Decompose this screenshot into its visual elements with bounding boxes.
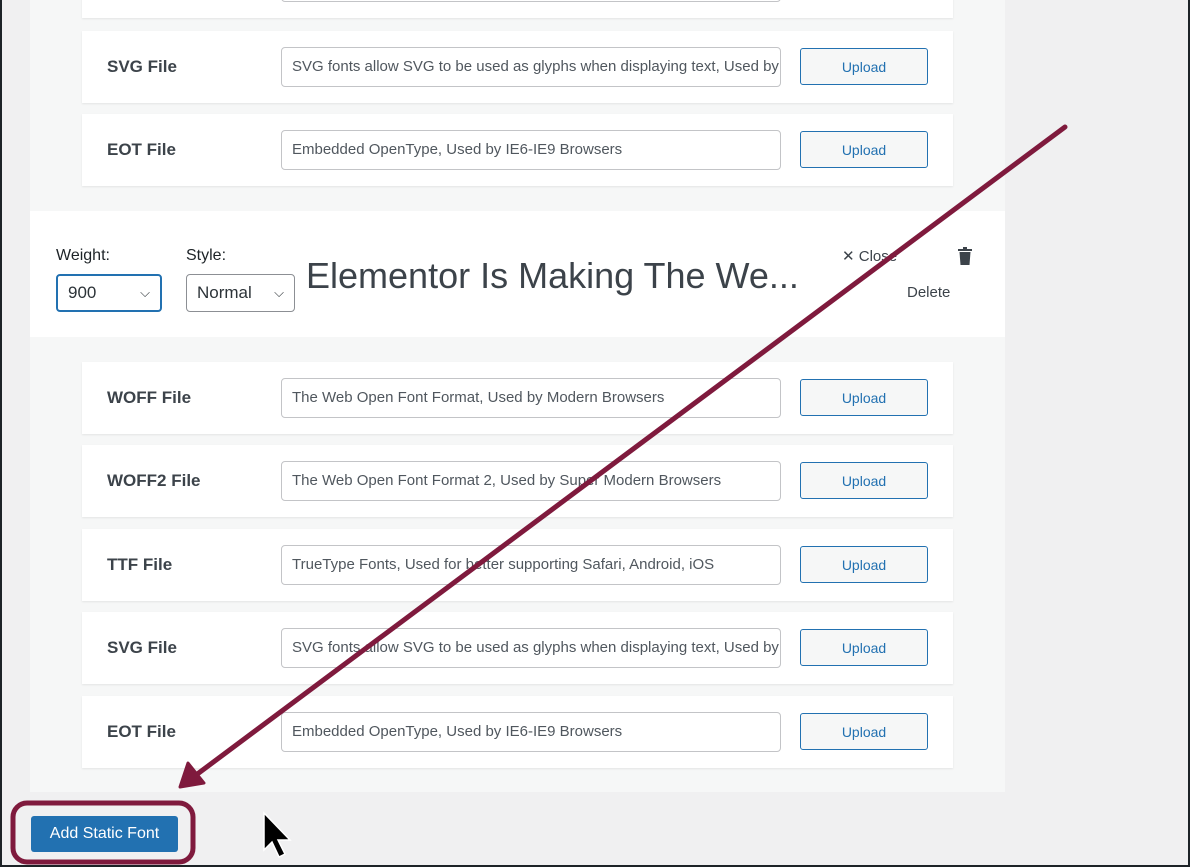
ttf-file-input[interactable]: TrueType Fonts, Used for better supporti… — [281, 545, 781, 585]
close-label: Close — [858, 248, 898, 265]
woff-file-input[interactable]: The Web Open Font Format, Used by Modern… — [281, 378, 781, 418]
file-label: WOFF File — [107, 388, 192, 407]
weight-label: Weight: — [56, 247, 110, 264]
upload-button[interactable]: Upload — [800, 48, 928, 85]
upload-button[interactable]: Upload — [800, 629, 928, 666]
file-row-ttf: TTF File TrueType Fonts, Used for better… — [82, 529, 953, 601]
file-input[interactable] — [281, 0, 781, 2]
font-variations-panel: SVG File SVG fonts allow SVG to be used … — [30, 0, 1005, 792]
upload-button[interactable]: Upload — [800, 131, 928, 168]
font-preview: Elementor Is Making The We... — [306, 255, 799, 296]
file-row-woff: WOFF File The Web Open Font Format, Used… — [82, 362, 953, 434]
file-row-woff2: WOFF2 File The Web Open Font Format 2, U… — [82, 445, 953, 517]
upload-button[interactable]: Upload — [800, 379, 928, 416]
file-row-svg: SVG File SVG fonts allow SVG to be used … — [82, 612, 953, 684]
eot-file-input[interactable]: Embedded OpenType, Used by IE6-IE9 Brows… — [281, 712, 781, 752]
file-row-eot: EOT File Embedded OpenType, Used by IE6-… — [82, 696, 953, 768]
file-label: EOT File — [107, 140, 176, 159]
weight-value: 900 — [68, 283, 97, 302]
file-label: TTF File — [107, 555, 173, 574]
style-value: Normal — [197, 283, 252, 302]
svg-file-input[interactable]: SVG fonts allow SVG to be used as glyphs… — [281, 628, 781, 668]
file-label: EOT File — [107, 722, 176, 741]
variation-header: Weight: 900 ⌵ Style: Normal ⌵ Elementor … — [30, 211, 1005, 337]
mouse-cursor-icon — [263, 811, 292, 859]
svg-file-input[interactable]: SVG fonts allow SVG to be used as glyphs… — [281, 47, 781, 87]
trash-icon[interactable] — [958, 247, 972, 265]
style-select[interactable]: Normal ⌵ — [186, 274, 295, 312]
chevron-down-icon: ⌵ — [140, 285, 150, 300]
upload-button[interactable]: Upload — [800, 713, 928, 750]
delete-button[interactable]: Delete — [907, 284, 950, 301]
file-label: WOFF2 File — [107, 471, 201, 490]
style-label: Style: — [186, 247, 227, 264]
file-label: SVG File — [107, 638, 177, 657]
file-row-eot: EOT File Embedded OpenType, Used by IE6-… — [82, 114, 953, 186]
add-static-font-button[interactable]: Add Static Font — [31, 816, 178, 852]
file-row-partial — [82, 0, 953, 18]
file-row-svg: SVG File SVG fonts allow SVG to be used … — [82, 31, 953, 103]
upload-button[interactable]: Upload — [800, 546, 928, 583]
eot-file-input[interactable]: Embedded OpenType, Used by IE6-IE9 Brows… — [281, 130, 781, 170]
close-icon: ✕ — [842, 248, 859, 265]
woff2-file-input[interactable]: The Web Open Font Format 2, Used by Supe… — [281, 461, 781, 501]
close-button[interactable]: ✕ Close — [842, 247, 897, 265]
weight-select[interactable]: 900 ⌵ — [56, 274, 162, 312]
chevron-down-icon: ⌵ — [274, 285, 284, 300]
file-label: SVG File — [107, 57, 177, 76]
upload-button[interactable]: Upload — [800, 462, 928, 499]
